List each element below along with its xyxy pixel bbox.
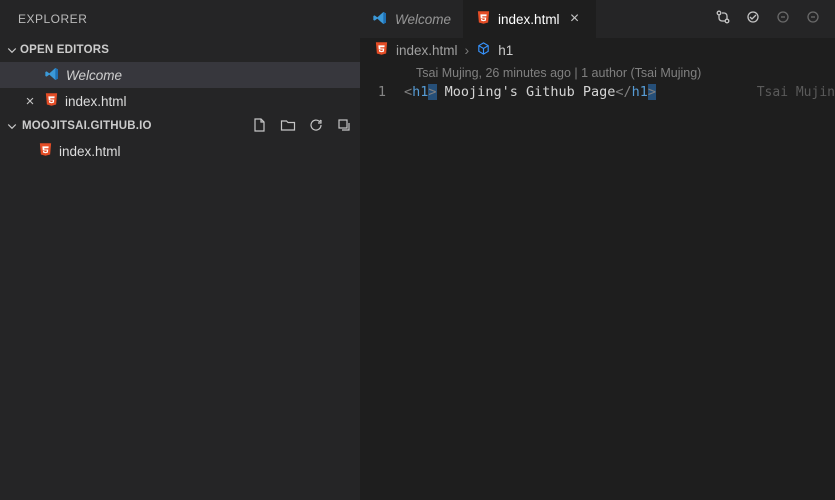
open-changes-icon[interactable] bbox=[745, 9, 761, 30]
breadcrumb-file[interactable]: index.html bbox=[396, 43, 458, 58]
spacer bbox=[22, 68, 38, 83]
open-editor-index[interactable]: × index.html bbox=[0, 88, 360, 114]
editor-main: Welcome index.html × index.html › h1 Tsa… bbox=[360, 0, 835, 500]
vscode-icon bbox=[44, 66, 60, 85]
refresh-icon[interactable] bbox=[308, 117, 324, 136]
tab-label: Welcome bbox=[395, 12, 451, 27]
new-folder-icon[interactable] bbox=[280, 117, 296, 136]
open-editor-welcome[interactable]: Welcome bbox=[0, 62, 360, 88]
breadcrumb-symbol[interactable]: h1 bbox=[498, 43, 513, 58]
file-item-index[interactable]: index.html bbox=[0, 138, 360, 164]
symbol-icon bbox=[476, 41, 491, 59]
tag-bracket: > bbox=[648, 84, 656, 100]
compare-changes-icon[interactable] bbox=[715, 9, 731, 30]
tag-bracket: > bbox=[428, 84, 436, 100]
line-number: 1 bbox=[360, 84, 404, 100]
chevron-right-icon: › bbox=[465, 42, 470, 58]
html5-icon bbox=[44, 92, 59, 110]
open-editor-label: index.html bbox=[65, 94, 127, 109]
collapse-all-icon[interactable] bbox=[336, 117, 352, 136]
open-editors-label: OPEN EDITORS bbox=[20, 44, 109, 56]
tab-bar: Welcome index.html × bbox=[360, 0, 835, 38]
tab-index[interactable]: index.html × bbox=[464, 0, 596, 38]
folder-header[interactable]: MOOJITSAI.GITHUB.IO bbox=[0, 114, 360, 138]
git-blame-annotation: Tsai Mujing, 26 minutes ago | 1 author (… bbox=[360, 62, 835, 82]
breadcrumb[interactable]: index.html › h1 bbox=[360, 38, 835, 62]
tab-welcome[interactable]: Welcome bbox=[360, 0, 464, 38]
code-text: Moojing's Github Page bbox=[437, 84, 616, 100]
next-change-icon[interactable] bbox=[805, 9, 821, 30]
open-editor-label: Welcome bbox=[66, 68, 122, 83]
code-content[interactable]: <h1> Moojing's Github Page</h1> bbox=[404, 84, 656, 100]
tag-name: h1 bbox=[632, 84, 648, 100]
new-file-icon[interactable] bbox=[252, 117, 268, 136]
folder-name: MOOJITSAI.GITHUB.IO bbox=[22, 120, 152, 132]
html5-icon bbox=[476, 10, 491, 28]
chevron-down-icon bbox=[4, 120, 20, 132]
close-icon[interactable]: × bbox=[567, 11, 583, 27]
prev-change-icon[interactable] bbox=[775, 9, 791, 30]
tab-actions bbox=[701, 0, 835, 38]
tag-bracket: </ bbox=[615, 84, 631, 100]
explorer-title: EXPLORER bbox=[0, 0, 360, 38]
html5-icon bbox=[374, 41, 389, 59]
tab-label: index.html bbox=[498, 12, 560, 27]
tag-bracket: < bbox=[404, 84, 412, 100]
tag-name: h1 bbox=[412, 84, 428, 100]
code-line-1[interactable]: 1 <h1> Moojing's Github Page</h1> Tsai M… bbox=[360, 82, 835, 102]
folder-actions bbox=[252, 117, 352, 136]
file-label: index.html bbox=[59, 144, 121, 159]
html5-icon bbox=[38, 142, 53, 160]
inline-blame: Tsai Mujin bbox=[757, 85, 835, 100]
explorer-sidebar: EXPLORER OPEN EDITORS Welcome × index.ht… bbox=[0, 0, 360, 500]
vscode-icon bbox=[372, 10, 388, 29]
close-icon[interactable]: × bbox=[22, 94, 38, 109]
open-editors-header[interactable]: OPEN EDITORS bbox=[0, 38, 360, 62]
chevron-down-icon bbox=[4, 44, 20, 56]
